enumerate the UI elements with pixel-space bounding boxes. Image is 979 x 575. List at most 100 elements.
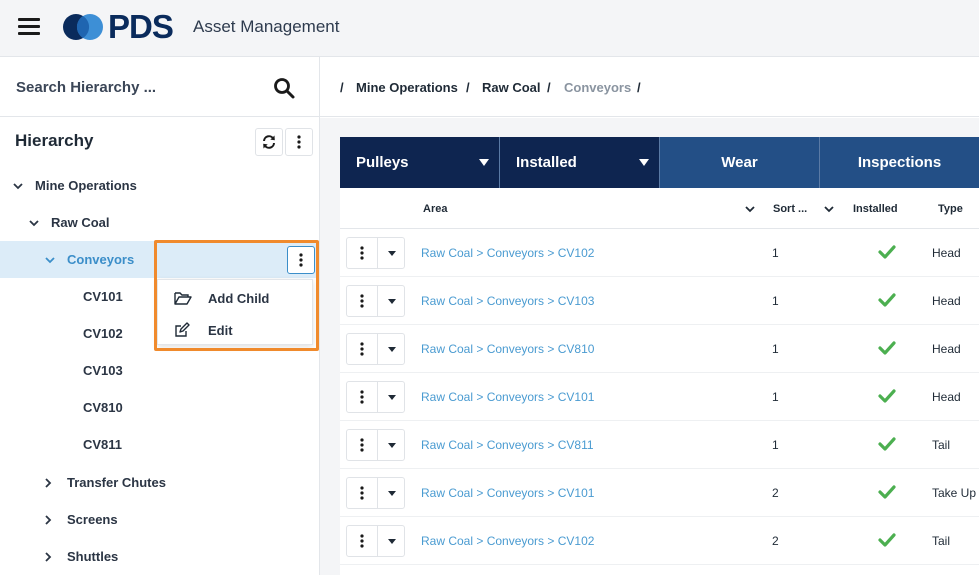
tree-item-label: Screens bbox=[67, 512, 118, 527]
tree-item-raw-coal[interactable]: Raw Coal bbox=[0, 204, 319, 241]
row-more-button[interactable] bbox=[347, 286, 378, 316]
cell-area[interactable]: Raw Coal > Conveyors > CV102 bbox=[421, 534, 594, 548]
tab-installed[interactable]: Installed bbox=[500, 137, 660, 188]
cell-area[interactable]: Raw Coal > Conveyors > CV103 bbox=[421, 294, 594, 308]
search-row bbox=[0, 57, 319, 117]
chevron-right-icon bbox=[45, 551, 52, 562]
caret-down-icon bbox=[387, 538, 396, 544]
context-menu-label: Edit bbox=[208, 322, 233, 338]
row-actions bbox=[346, 477, 405, 509]
column-header-sort[interactable]: Sort ... bbox=[773, 203, 807, 215]
row-more-button[interactable] bbox=[347, 478, 378, 508]
row-more-button[interactable] bbox=[347, 238, 378, 268]
kebab-icon bbox=[297, 135, 301, 149]
tab-label: Pulleys bbox=[356, 154, 409, 171]
breadcrumb: / Mine Operations / Raw Coal / Conveyors… bbox=[320, 57, 979, 117]
tree-item-label: Mine Operations bbox=[35, 178, 137, 193]
kebab-icon bbox=[360, 246, 364, 260]
tree-item-label: CV811 bbox=[83, 437, 123, 452]
caret-down-icon bbox=[387, 490, 396, 496]
cell-sort: 1 bbox=[772, 246, 779, 260]
breadcrumb-item-raw-coal[interactable]: Raw Coal bbox=[482, 80, 541, 95]
cell-area[interactable]: Raw Coal > Conveyors > CV101 bbox=[421, 390, 594, 404]
cell-sort: 1 bbox=[772, 294, 779, 308]
tree-item-cv103[interactable]: CV103 bbox=[0, 352, 319, 389]
cell-type: Head bbox=[932, 342, 961, 356]
tree-item-cv811[interactable]: CV811 bbox=[0, 426, 319, 463]
chevron-down-icon bbox=[13, 182, 23, 189]
hamburger-menu-icon[interactable] bbox=[18, 18, 40, 36]
check-icon bbox=[878, 437, 896, 451]
tab-pulleys[interactable]: Pulleys bbox=[340, 137, 500, 188]
chevron-right-icon bbox=[45, 477, 52, 488]
kebab-icon bbox=[360, 534, 364, 548]
context-menu-add-child[interactable]: Add Child bbox=[158, 282, 314, 314]
app-title: Asset Management bbox=[193, 17, 340, 36]
logo-text: PDS bbox=[108, 8, 174, 45]
cell-sort: 2 bbox=[772, 486, 779, 500]
breadcrumb-separator: / bbox=[340, 80, 344, 95]
cell-area[interactable]: Raw Coal > Conveyors > CV811 bbox=[421, 438, 594, 452]
cell-sort: 2 bbox=[772, 534, 779, 548]
row-expand-button[interactable] bbox=[378, 334, 405, 364]
cell-area[interactable]: Raw Coal > Conveyors > CV101 bbox=[421, 486, 594, 500]
tree-item-screens[interactable]: Screens bbox=[0, 501, 319, 538]
cell-area[interactable]: Raw Coal > Conveyors > CV102 bbox=[421, 246, 594, 260]
breadcrumb-separator: / bbox=[637, 80, 641, 95]
caret-down-icon bbox=[387, 442, 396, 448]
tree-item-cv810[interactable]: CV810 bbox=[0, 389, 319, 426]
node-more-button[interactable] bbox=[287, 246, 315, 274]
chevron-down-icon[interactable] bbox=[745, 204, 755, 214]
check-icon bbox=[878, 293, 896, 307]
table-row: Raw Coal > Conveyors > CV811 1 Tail bbox=[340, 421, 979, 469]
check-icon bbox=[878, 485, 896, 499]
context-menu: Add Child Edit bbox=[157, 279, 313, 345]
table-row: Raw Coal > Conveyors > CV102 1 Head bbox=[340, 229, 979, 277]
hierarchy-header: Hierarchy bbox=[0, 117, 319, 167]
caret-down-icon bbox=[479, 159, 489, 166]
cell-type: Head bbox=[932, 294, 961, 308]
search-input[interactable] bbox=[16, 75, 246, 99]
cell-type: Take Up bbox=[932, 486, 977, 500]
column-header-area[interactable]: Area bbox=[423, 203, 447, 215]
breadcrumb-item-mine-operations[interactable]: Mine Operations bbox=[356, 80, 458, 95]
tab-inspections[interactable]: Inspections bbox=[820, 137, 979, 188]
row-more-button[interactable] bbox=[347, 382, 378, 412]
kebab-icon bbox=[360, 342, 364, 356]
cell-type: Head bbox=[932, 246, 961, 260]
row-expand-button[interactable] bbox=[378, 478, 405, 508]
tree-item-mine-operations[interactable]: Mine Operations bbox=[0, 167, 319, 204]
column-header-type[interactable]: Type bbox=[938, 203, 963, 215]
row-more-button[interactable] bbox=[347, 430, 378, 460]
chevron-right-icon bbox=[45, 514, 52, 525]
check-icon bbox=[878, 245, 896, 259]
row-expand-button[interactable] bbox=[378, 382, 405, 412]
refresh-button[interactable] bbox=[255, 128, 283, 156]
row-expand-button[interactable] bbox=[378, 238, 405, 268]
column-header-installed[interactable]: Installed bbox=[853, 203, 898, 215]
table-row: Raw Coal > Conveyors > CV103 1 Head bbox=[340, 277, 979, 325]
tab-wear[interactable]: Wear bbox=[660, 137, 820, 188]
row-more-button[interactable] bbox=[347, 526, 378, 556]
check-icon bbox=[878, 533, 896, 547]
search-icon[interactable] bbox=[272, 76, 296, 100]
row-expand-button[interactable] bbox=[378, 526, 405, 556]
tree-item-conveyors[interactable]: Conveyors bbox=[0, 241, 319, 278]
kebab-icon bbox=[299, 253, 303, 267]
hierarchy-more-button[interactable] bbox=[285, 128, 313, 156]
top-bar: PDS Asset Management bbox=[0, 0, 979, 57]
row-expand-button[interactable] bbox=[378, 430, 405, 460]
caret-down-icon bbox=[387, 394, 396, 400]
tree-item-label: Transfer Chutes bbox=[67, 475, 166, 490]
tree-item-shuttles[interactable]: Shuttles bbox=[0, 538, 319, 575]
tree-item-transfer-chutes[interactable]: Transfer Chutes bbox=[0, 464, 319, 501]
cell-sort: 1 bbox=[772, 438, 779, 452]
row-expand-button[interactable] bbox=[378, 286, 405, 316]
cell-area[interactable]: Raw Coal > Conveyors > CV810 bbox=[421, 342, 594, 356]
chevron-down-icon[interactable] bbox=[824, 204, 834, 214]
row-more-button[interactable] bbox=[347, 334, 378, 364]
context-menu-edit[interactable]: Edit bbox=[158, 314, 314, 346]
context-menu-label: Add Child bbox=[208, 290, 270, 306]
pds-logo-icon bbox=[63, 14, 103, 40]
cell-sort: 1 bbox=[772, 390, 779, 404]
